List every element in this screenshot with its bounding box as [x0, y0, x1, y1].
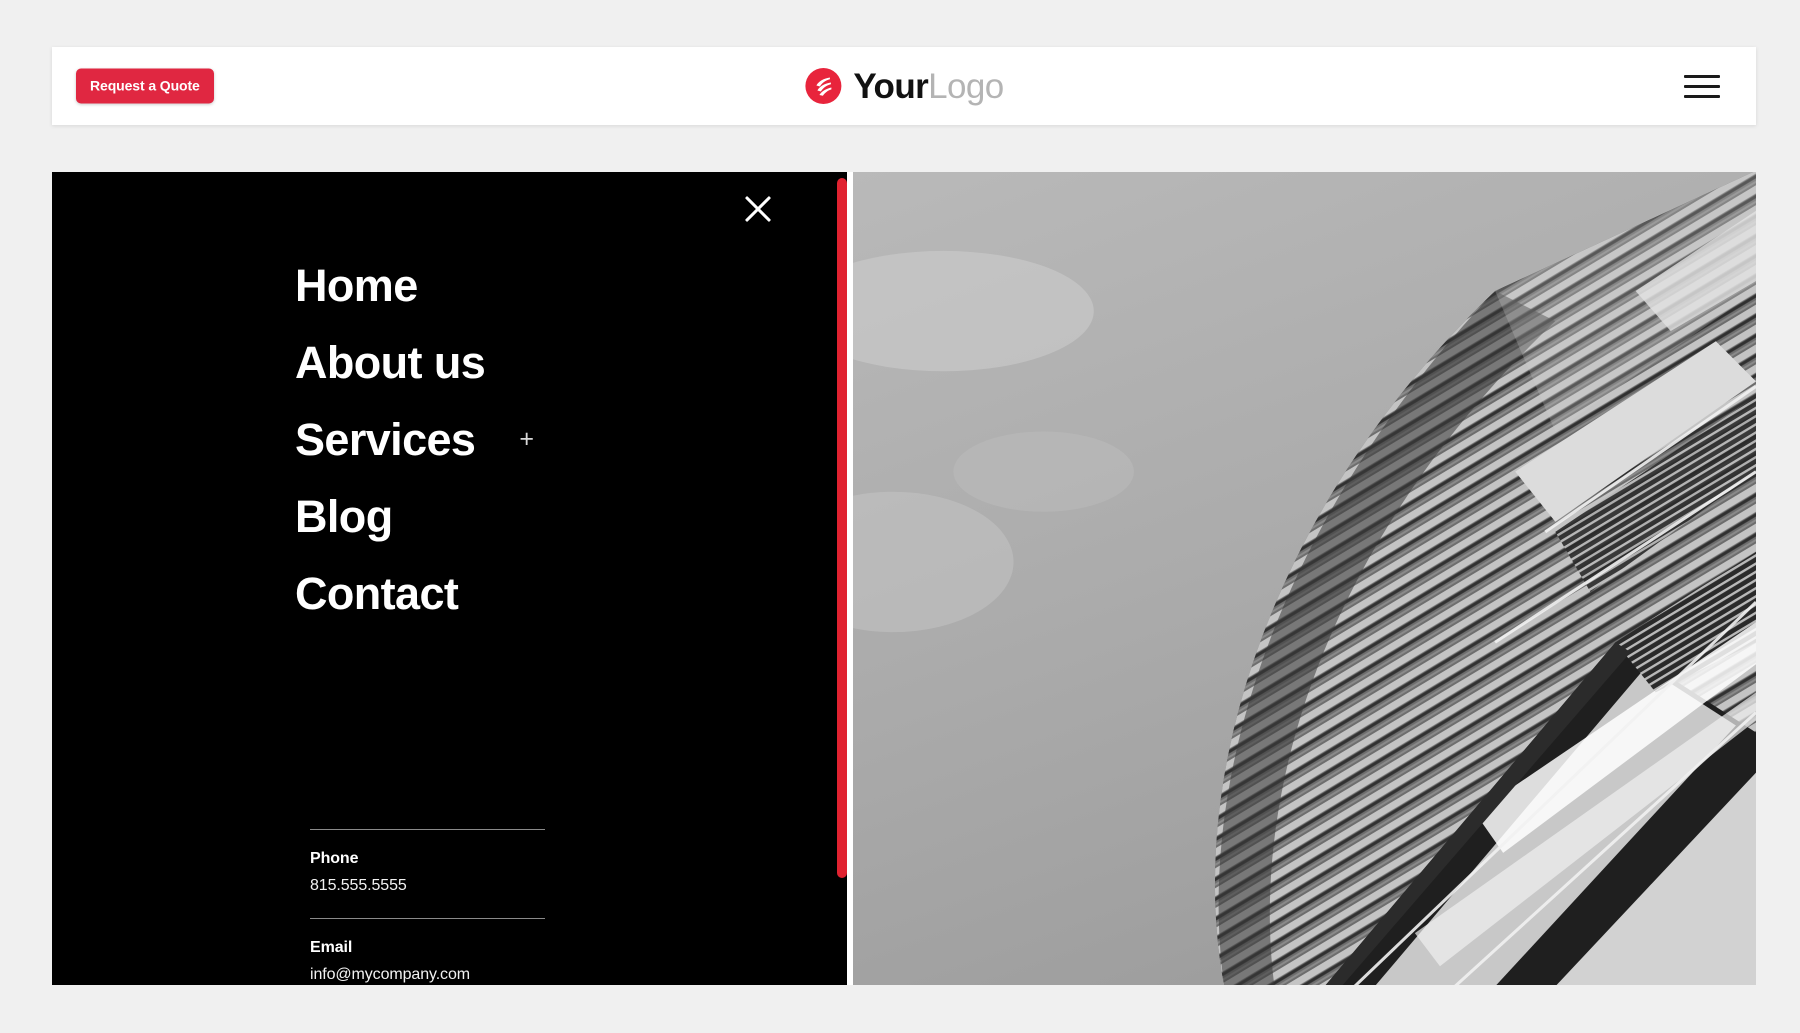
contact-info-block: Phone 815.555.5555 Email info@mycompany.…: [310, 829, 545, 985]
nav-item-label: Home: [295, 260, 418, 311]
main-navigation: Home About us Services + Blog Contact: [295, 247, 715, 632]
hamburger-bar-3: [1684, 94, 1720, 98]
nav-item-about-us[interactable]: About us: [295, 324, 715, 401]
accent-bar: [837, 178, 847, 878]
nav-item-services[interactable]: Services +: [295, 401, 715, 478]
logo-text-secondary: Logo: [928, 66, 1004, 106]
hamburger-bar-2: [1684, 84, 1720, 88]
nav-item-contact[interactable]: Contact: [295, 555, 715, 632]
logo-wordmark: YourLogo: [853, 66, 1004, 106]
nav-item-label: Contact: [295, 568, 459, 619]
email-info-group: Email info@mycompany.com: [310, 919, 545, 985]
nav-item-label: Services: [295, 414, 476, 465]
swoosh-circle-logo-icon: [805, 68, 842, 104]
close-x-icon[interactable]: [737, 188, 779, 230]
site-logo[interactable]: YourLogo: [804, 66, 1004, 106]
expand-submenu-plus-icon[interactable]: +: [519, 427, 534, 452]
hamburger-menu-icon[interactable]: [1682, 70, 1722, 102]
phone-value[interactable]: 815.555.5555: [310, 877, 545, 895]
browser-viewport: Request a Quote YourLogo Home About us S…: [0, 0, 1800, 1033]
phone-info-group: Phone 815.555.5555: [310, 830, 545, 918]
architecture-photo-graphic: [853, 172, 1756, 985]
nav-item-label: About us: [295, 337, 486, 388]
nav-item-home[interactable]: Home: [295, 247, 715, 324]
nav-item-label: Blog: [295, 491, 393, 542]
phone-label: Phone: [310, 850, 359, 867]
nav-item-blog[interactable]: Blog: [295, 478, 715, 555]
navigation-menu-panel: Home About us Services + Blog Contact Ph…: [52, 172, 847, 985]
site-header: Request a Quote YourLogo: [52, 47, 1756, 125]
email-label: Email: [310, 939, 353, 956]
architecture-photo: [847, 172, 1756, 985]
logo-text-primary: Your: [853, 66, 929, 106]
hamburger-bar-1: [1684, 74, 1720, 78]
email-value[interactable]: info@mycompany.com: [310, 966, 545, 984]
content-area: Home About us Services + Blog Contact Ph…: [52, 172, 1756, 985]
request-a-quote-button[interactable]: Request a Quote: [76, 68, 214, 104]
